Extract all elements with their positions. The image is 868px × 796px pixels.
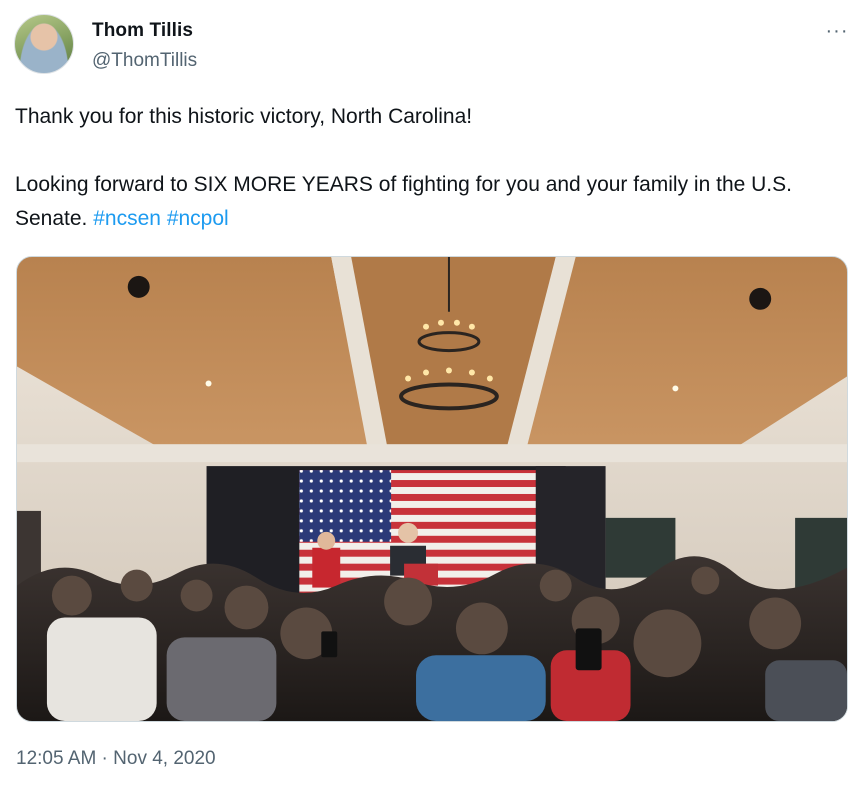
hashtag-ncpol[interactable]: #ncpol: [167, 207, 229, 230]
tweet-text: Thank you for this historic victory, Nor…: [15, 100, 845, 236]
author-handle[interactable]: @ThomTillis: [92, 50, 197, 72]
rally-photo-illustration: [17, 257, 847, 721]
more-options-icon[interactable]: ···: [820, 16, 854, 46]
tweet-card: Thom Tillis @ThomTillis ··· Thank you fo…: [0, 0, 868, 796]
author-display-name[interactable]: Thom Tillis: [92, 20, 193, 42]
tweet-line-2: Looking forward to SIX MORE YEARS of fig…: [15, 168, 845, 236]
tweet-timestamp[interactable]: 12:05 AM · Nov 4, 2020: [16, 748, 216, 770]
tweet-line-1: Thank you for this historic victory, Nor…: [15, 105, 473, 128]
hashtag-ncsen[interactable]: #ncsen: [93, 207, 161, 230]
tweet-photo[interactable]: [16, 256, 848, 722]
author-avatar[interactable]: [14, 14, 74, 74]
tweet-header: Thom Tillis @ThomTillis ···: [14, 14, 854, 76]
